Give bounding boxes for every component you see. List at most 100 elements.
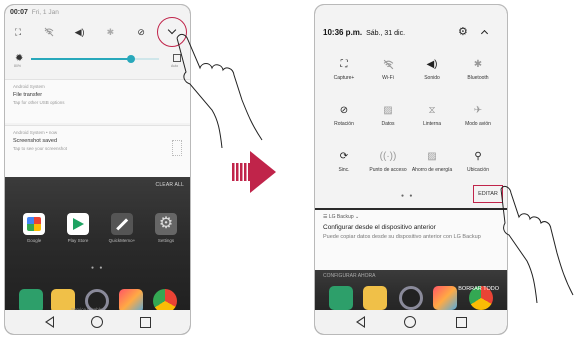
phone-app-icon[interactable] — [329, 286, 353, 310]
chevron-down-icon: ⌄ — [353, 214, 360, 220]
tile-bluetooth[interactable]: ✱ Bluetooth — [455, 59, 501, 81]
data-icon: ▨ — [383, 105, 393, 116]
app-play-store[interactable] — [67, 213, 89, 235]
tile-wifi[interactable]: Wi-Fi — [365, 59, 411, 81]
app-label: QuickMemo+ — [108, 238, 136, 243]
brightness-icon: ✹ — [15, 53, 24, 64]
back-icon[interactable] — [44, 316, 54, 328]
gallery-app-icon[interactable] — [433, 286, 457, 310]
sync-icon: ⟳ — [339, 151, 349, 162]
notification-source: Android System • now — [13, 130, 58, 135]
hotspot-icon: ((·)) — [379, 151, 397, 162]
rotation-icon[interactable]: ⊘ — [136, 27, 146, 37]
recents-icon[interactable] — [140, 316, 152, 328]
notification-title: Configurar desde el dispositivo anterior — [323, 224, 436, 231]
sound-icon[interactable]: ◀) — [75, 27, 85, 37]
bluetooth-icon: ✱ — [473, 59, 483, 70]
brightness-slider[interactable]: ✹ 80% Auto — [13, 53, 183, 69]
tile-label: Datos — [381, 121, 395, 127]
airplane-icon: ✈ — [473, 105, 483, 116]
tile-label: Modo avión — [465, 121, 491, 127]
recents-icon[interactable] — [456, 316, 468, 328]
tile-label: Capture+ — [333, 75, 355, 81]
left-phone: ⚙ Google Play Store QuickMemo+ Settings … — [4, 4, 191, 335]
pointing-hand-icon — [500, 185, 574, 304]
collapse-chevron-icon[interactable] — [480, 29, 489, 38]
tile-label: Wi-Fi — [382, 75, 394, 81]
gear-icon[interactable]: ⚙ — [458, 25, 468, 38]
arrow-head — [250, 151, 276, 193]
tile-hotspot[interactable]: ((·)) Punto de acceso — [365, 151, 411, 173]
brightness-fill — [31, 58, 131, 60]
notification-card[interactable]: Android System File transfer Tap for oth… — [5, 79, 190, 123]
app-label: Settings — [157, 238, 175, 243]
tile-label: Sinc. — [338, 167, 350, 173]
tile-label: Sonido — [424, 75, 440, 81]
tile-capture[interactable]: ⛶ Capture+ — [321, 59, 367, 81]
notification-source-label: LG Backup — [328, 214, 354, 220]
tile-label: Ubicación — [467, 167, 489, 173]
home-icon[interactable] — [404, 316, 417, 328]
notification-source: Android System — [13, 84, 45, 89]
status-bar: 00:07 Fri, 1 Jan — [10, 9, 59, 16]
app-label: Google — [26, 238, 42, 243]
status-header: 10:36 p.m. Sáb., 31 dic. — [323, 28, 405, 37]
page-indicator: ● ● — [401, 193, 415, 199]
notification-card[interactable]: ☰ LG Backup ⌄ Configurar desde el dispos… — [315, 210, 507, 270]
transition-arrow-icon — [232, 151, 278, 193]
quick-settings-row: ⛶ ◀) ✱ ⊘ — [13, 27, 181, 37]
tile-rotation[interactable]: ⊘ Rotación — [321, 105, 367, 127]
app-label: Play Store — [67, 238, 89, 243]
camera-app-icon[interactable] — [399, 286, 423, 310]
right-phone: 10:36 p.m. Sáb., 31 dic. ⚙ ⛶ Capture+ Wi… — [314, 4, 508, 335]
pointing-hand-icon — [176, 33, 263, 149]
tile-flashlight[interactable]: ⧖ Linterna — [409, 105, 455, 127]
clear-all-button[interactable]: BORRAR TODO — [458, 286, 499, 292]
clear-all-button[interactable]: CLEAR ALL — [156, 182, 184, 188]
home-icon[interactable] — [90, 316, 103, 328]
brightness-thumb[interactable] — [126, 55, 135, 63]
notification-title: File transfer — [13, 92, 43, 98]
tile-label: Bluetooth — [467, 75, 489, 81]
app-settings[interactable]: ⚙ — [155, 213, 177, 235]
tile-data[interactable]: ▨ Datos — [365, 105, 411, 127]
wifi-icon — [365, 59, 411, 71]
notification-shade: 00:07 Fri, 1 Jan ⛶ ◀) ✱ ⊘ ✹ 80% Auto And… — [5, 5, 190, 177]
notification-subtitle: Puede copiar datos desde su dispositivo … — [323, 234, 481, 240]
status-date: Fri, 1 Jan — [31, 9, 59, 16]
wifi-icon[interactable] — [44, 27, 54, 37]
tile-label: Linterna — [422, 121, 442, 127]
notification-subtitle: Tap for other USB options — [13, 100, 65, 105]
navigation-bar — [5, 310, 190, 334]
bluetooth-icon[interactable]: ✱ — [105, 27, 115, 37]
configure-now-button[interactable]: CONFIGURAR AHORA — [323, 273, 376, 279]
brightness-track[interactable] — [31, 55, 159, 63]
status-date: Sáb., 31 dic. — [366, 30, 406, 37]
status-time: 10:36 p.m. — [323, 28, 363, 37]
tile-location[interactable]: ⚲ Ubicación — [455, 151, 501, 173]
quick-settings-panel: 10:36 p.m. Sáb., 31 dic. ⚙ ⛶ Capture+ Wi… — [315, 5, 507, 208]
flashlight-icon: ⧖ — [428, 105, 436, 116]
app-google[interactable] — [23, 213, 45, 235]
arrow-bars — [232, 163, 252, 181]
tile-sound[interactable]: ◀) Sonido — [409, 59, 455, 81]
rotation-icon: ⊘ — [339, 105, 349, 116]
app-quickmemo[interactable] — [111, 213, 133, 235]
page-indicator: ● ● — [91, 265, 105, 271]
messages-app-icon[interactable] — [363, 286, 387, 310]
location-icon: ⚲ — [474, 151, 482, 162]
notification-card[interactable]: Android System • now Screenshot saved Ta… — [5, 125, 190, 177]
tile-label: Ahorro de energía — [411, 167, 453, 173]
status-time: 00:07 — [10, 9, 28, 16]
brightness-percent: 80% — [14, 64, 22, 68]
notification-title: Screenshot saved — [13, 138, 58, 144]
capture-icon[interactable]: ⛶ — [13, 27, 23, 37]
tile-sync[interactable]: ⟳ Sinc. — [321, 151, 367, 173]
tile-label: Punto de acceso — [369, 167, 407, 173]
sound-icon: ◀) — [426, 59, 438, 70]
capture-icon: ⛶ — [340, 59, 348, 70]
back-icon[interactable] — [355, 316, 365, 328]
tile-airplane[interactable]: ✈ Modo avión — [455, 105, 501, 127]
tile-label: Rotación — [334, 121, 354, 127]
tile-battery-saver[interactable]: ▨ Ahorro de energía — [409, 151, 455, 173]
